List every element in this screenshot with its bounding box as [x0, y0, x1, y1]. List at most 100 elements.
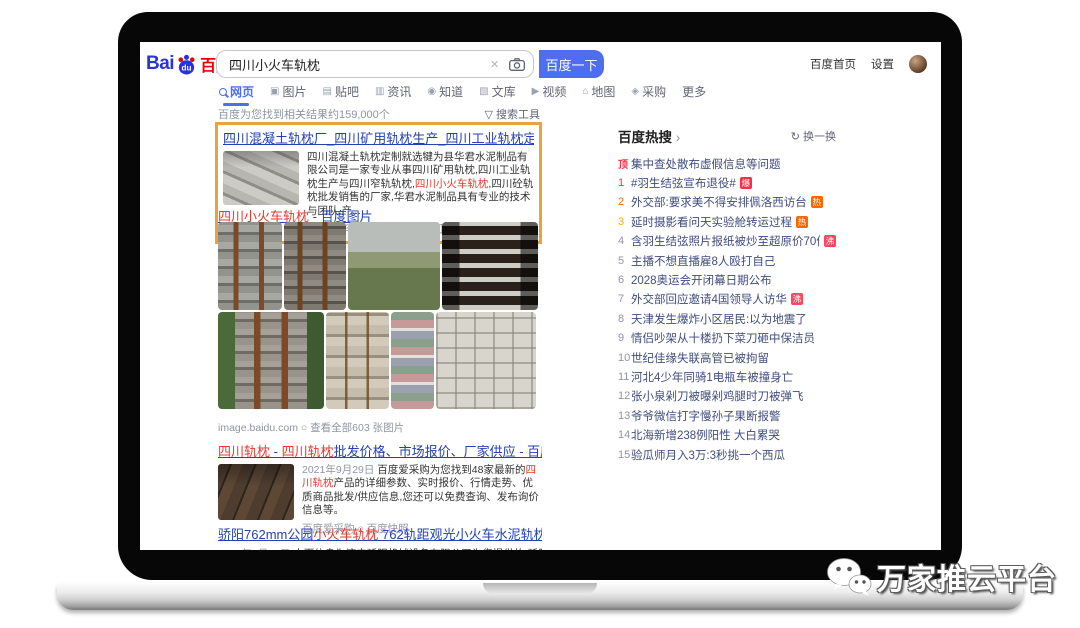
hot-search-item[interactable]: 4含羽生结弦照片报纸被炒至超原价70倍沸 — [618, 232, 836, 251]
hot-search-item[interactable]: 3延时摄影看问天实验舱转运过程热 — [618, 212, 836, 231]
hot-search-item[interactable]: 12张小泉剁刀被曝剁鸡腿时刀被弹飞 — [618, 387, 836, 406]
text-segment: 产品的详细参数、实时报价、行情走势、优质商品批发/供应信息,您还可以免费查询、发… — [302, 477, 539, 516]
hot-search-item-text: 外交部回应邀请4国领导人访华 — [631, 291, 787, 307]
photo-track-curve-wall[interactable] — [348, 222, 440, 310]
text-segment: 本页信息为济宁骄阳机械设备有限公司为您提供的“骄阳762mm公园 — [293, 548, 542, 550]
tab-news[interactable]: ▥资讯 — [375, 83, 411, 100]
tab-purchase[interactable]: ◈采购 — [631, 83, 666, 100]
rank-label: 15 — [618, 449, 631, 461]
hot-search-item-text: #羽生结弦宣布退役# — [631, 175, 736, 191]
hot-search-item[interactable]: 10世纪佳缘失联高管已被拘留 — [618, 348, 836, 367]
result-4-title-link[interactable]: 骄阳762mm公园小火车轨枕 762轨距观光小火车水泥轨枕 — [218, 524, 542, 543]
hot-search-item-text: 延时摄影看问天实验舱转运过程 — [631, 214, 792, 230]
rank-label: 13 — [618, 410, 631, 422]
hot-search-item[interactable]: 62028奥运会开闭幕日期公布 — [618, 270, 836, 289]
watermark: 万家推云平台 — [826, 556, 1057, 598]
hot-search-item[interactable]: 15验瓜师月入3万:3秒挑一个西瓜 — [618, 445, 836, 464]
hot-search-item[interactable]: 顶集中查处散布虚假信息等问题 — [618, 154, 836, 173]
search-input[interactable]: 四川小火车轨枕 × — [216, 50, 534, 78]
hot-search-item[interactable]: 1#羽生结弦宣布退役#爆 — [618, 173, 836, 192]
thumb-wood-sleepers[interactable] — [218, 464, 294, 520]
hot-search-item-text: 张小泉剁刀被曝剁鸡腿时刀被弹飞 — [631, 388, 804, 404]
wenku-icon: ▧ — [479, 86, 488, 97]
wechat-icon — [826, 556, 872, 598]
text-segment: 百度爱采购为您找到48家最新的 — [377, 464, 525, 476]
hot-search-item[interactable]: 8天津发生爆炸小区居民:以为地震了 — [618, 309, 836, 328]
hot-search-title-link[interactable]: 百度热搜 › — [618, 126, 680, 146]
result-3-title-link[interactable]: 四川轨枕 - 四川轨枕批发价格、市场报价、厂家供应 - 百度... — [218, 441, 542, 460]
photo-sleeper-colored[interactable] — [391, 312, 434, 409]
result-3-description: 2021年9月29日 百度爱采购为您找到48家最新的四川轨枕产品的详细参数、实时… — [302, 464, 540, 518]
photo-track-night[interactable] — [442, 222, 538, 310]
search-query-text[interactable]: 四川小火车轨枕 — [229, 55, 490, 74]
result-1-title-link[interactable]: 四川混凝土轨枕厂_四川矿用轨枕生产_四川工业轨枕定制-犍... — [223, 128, 534, 147]
search-category-tabs: 网页 ▣图片 ▤贴吧 ▥资讯 ◉知道 ▧文库 ▶视频 ⌂地图 ◈采购更多 — [219, 83, 706, 100]
rank-label: 顶 — [618, 156, 631, 171]
hot-search-item[interactable]: 11河北4少年同骑1电瓶车被撞身亡 — [618, 367, 836, 386]
search-tools-button[interactable]: ▽ 搜索工具 — [484, 106, 540, 122]
rank-label: 4 — [618, 235, 631, 247]
photo-track-slope[interactable] — [284, 222, 346, 310]
hot-search-item[interactable]: 14北海新增238例阳性 大白累哭 — [618, 425, 836, 444]
tab-web[interactable]: 网页 — [219, 83, 254, 100]
photo-concrete-slab[interactable] — [436, 312, 536, 409]
hot-badge-fei: 沸 — [791, 293, 803, 305]
date-text: 2022年7月26日 — [218, 548, 293, 550]
tab-wenku[interactable]: ▧文库 — [479, 83, 515, 100]
image-results-grid — [218, 222, 540, 409]
camera-search-icon[interactable] — [509, 58, 525, 71]
tab-more[interactable]: 更多 — [682, 83, 706, 100]
rank-label: 8 — [618, 313, 631, 325]
settings-link[interactable]: 设置 — [871, 56, 894, 72]
rank-label: 11 — [618, 371, 631, 383]
screenshot-canvas: Bai du 百度 四川小火车轨枕 × 百度一下 百度首页 设置 — [0, 0, 1080, 628]
hot-search-item-text: 外交部:要求美不得安排佩洛西访台 — [631, 194, 807, 210]
results-count-text: 百度为您找到相关结果约159,000个 — [218, 106, 390, 122]
clear-search-icon[interactable]: × — [490, 56, 499, 73]
tab-video[interactable]: ▶视频 — [532, 83, 567, 100]
hot-search-item-text: 北海新增238例阳性 大白累哭 — [631, 427, 780, 443]
rank-label: 12 — [618, 390, 631, 402]
image-source-site: image.baidu.com — [218, 422, 298, 434]
purchase-icon: ◈ — [631, 86, 639, 97]
baidu-home-link[interactable]: 百度首页 — [810, 56, 856, 72]
photo-track-straight[interactable] — [218, 222, 282, 310]
view-all-images-link[interactable]: 查看全部603 张图片 — [310, 422, 404, 434]
photo-track-forest[interactable] — [218, 312, 324, 409]
tab-label: 知道 — [439, 83, 463, 100]
result-4-description: 2022年7月26日 本页信息为济宁骄阳机械设备有限公司为您提供的“骄阳762m… — [218, 548, 542, 550]
watermark-label: 万家推云平台 — [877, 556, 1057, 598]
photo-sleeper-stack[interactable] — [326, 312, 389, 409]
search-submit-button[interactable]: 百度一下 — [539, 50, 604, 78]
text-segment: 批发价格、市场报价、厂家供应 - 百度... — [334, 444, 542, 459]
user-avatar[interactable] — [909, 55, 927, 73]
hot-search-item[interactable]: 7外交部回应邀请4国领导人访华沸 — [618, 290, 836, 309]
highlighted-keyword: 小火车轨枕 — [313, 527, 378, 542]
zhidao-icon: ◉ — [427, 86, 436, 97]
thumb-concrete-sleepers[interactable] — [223, 151, 299, 205]
tab-map[interactable]: ⌂地图 — [582, 83, 615, 100]
rank-label: 1 — [618, 177, 631, 189]
highlighted-keyword: 四川轨枕 — [218, 444, 270, 459]
funnel-icon: ▽ — [484, 109, 492, 121]
hot-search-item-text: 爷爷微信打字慢孙子果断报警 — [631, 408, 781, 424]
tab-tieba[interactable]: ▤贴吧 — [322, 83, 358, 100]
hot-search-item[interactable]: 13爷爷微信打字慢孙子果断报警 — [618, 406, 836, 425]
hot-search-item[interactable]: 9情侣吵架从十楼扔下菜刀砸中保洁员 — [618, 329, 836, 348]
hot-search-item-text: 集中查处散布虚假信息等问题 — [631, 156, 781, 172]
image-section-caption[interactable]: image.baidu.com ○ 查看全部603 张图片 — [218, 420, 404, 435]
snapshot-icon: ○ — [301, 422, 307, 434]
tab-images[interactable]: ▣图片 — [270, 83, 306, 100]
highlighted-keyword: 四川小火车轨枕 — [415, 178, 489, 190]
hot-search-item[interactable]: 2外交部:要求美不得安排佩洛西访台热 — [618, 193, 836, 212]
rank-label: 10 — [618, 352, 631, 364]
hot-badge-re: 热 — [811, 196, 823, 208]
hot-search-item-text: 情侣吵架从十楼扔下菜刀砸中保洁员 — [631, 330, 815, 346]
laptop-screen: Bai du 百度 四川小火车轨枕 × 百度一下 百度首页 设置 — [140, 42, 941, 550]
hot-search-item[interactable]: 5主播不想直播雇8人殴打自己 — [618, 251, 836, 270]
tab-label: 资讯 — [387, 83, 411, 100]
refresh-hot-search-button[interactable]: ↻ 换一换 — [791, 128, 836, 144]
tab-zhidao[interactable]: ◉知道 — [427, 83, 463, 100]
tab-label: 图片 — [282, 83, 306, 100]
refresh-icon: ↻ — [791, 131, 800, 143]
